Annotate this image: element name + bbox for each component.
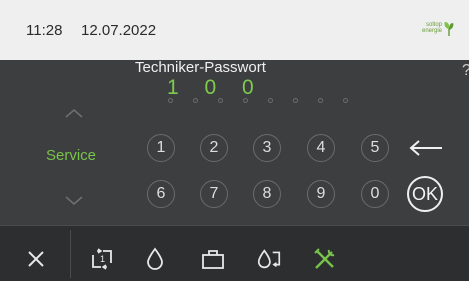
password-dot [243, 98, 248, 103]
chevron-up-icon[interactable] [64, 107, 84, 119]
toolbar-divider [70, 230, 71, 278]
leaf-icon [444, 22, 454, 36]
ok-button[interactable]: OK [407, 176, 443, 212]
svg-text:1: 1 [100, 254, 105, 264]
password-dot [293, 98, 298, 103]
key-6[interactable]: 6 [147, 180, 175, 208]
password-dot [318, 98, 323, 103]
transfer-icon[interactable]: 1 [88, 245, 116, 273]
service-tools-icon[interactable] [311, 245, 339, 273]
cycle-icon[interactable] [255, 245, 283, 273]
password-dot [168, 98, 173, 103]
clock-date: 12.07.2022 [81, 22, 157, 39]
key-3[interactable]: 3 [253, 134, 281, 162]
status-bar: 11:28 12.07.2022 soltop energie [0, 0, 469, 60]
key-1[interactable]: 1 [147, 134, 175, 162]
case-icon[interactable] [199, 245, 227, 273]
help-button[interactable]: ? [462, 62, 469, 80]
sidebar-service-label[interactable]: Service [46, 147, 96, 164]
password-digits: 1 0 0 [167, 76, 264, 99]
key-8[interactable]: 8 [253, 180, 281, 208]
password-dot [268, 98, 273, 103]
logo-text: soltop energie [421, 22, 442, 34]
key-7[interactable]: 7 [200, 180, 228, 208]
key-9[interactable]: 9 [307, 180, 335, 208]
key-4[interactable]: 4 [307, 134, 335, 162]
clock-time: 11:28 [26, 22, 63, 39]
chevron-down-icon[interactable] [64, 195, 84, 207]
key-2[interactable]: 2 [200, 134, 228, 162]
close-icon[interactable] [22, 245, 50, 273]
password-dot [343, 98, 348, 103]
brand-logo: soltop energie [412, 21, 456, 39]
password-title: Techniker-Passwort [135, 59, 266, 76]
key-0[interactable]: 0 [361, 180, 389, 208]
key-5[interactable]: 5 [361, 134, 389, 162]
water-drop-icon[interactable] [141, 245, 169, 273]
password-dot [193, 98, 198, 103]
password-dot [218, 98, 223, 103]
backspace-icon[interactable] [408, 138, 444, 158]
